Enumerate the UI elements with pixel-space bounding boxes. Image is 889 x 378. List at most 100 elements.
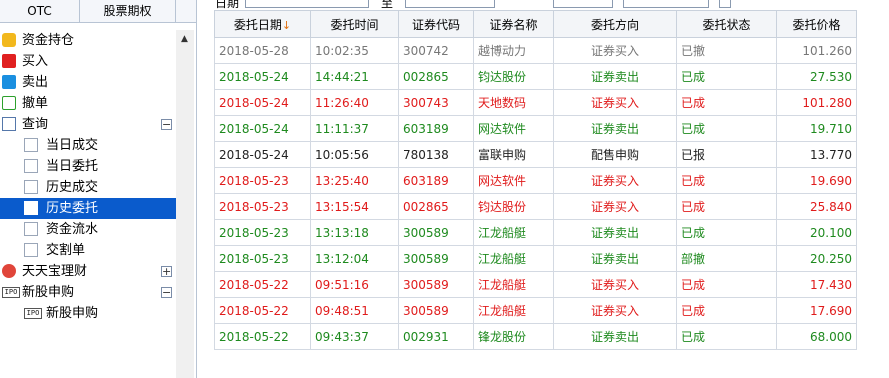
left-navigation-panel: OTC 股票期权 资金持仓 买入 卖出 撤单 查询 − 当日成交 当日委托 历史… (0, 0, 197, 378)
tree-item-funds-positions[interactable]: 资金持仓 (0, 30, 176, 51)
column-header-security-name[interactable]: 证券名称 (473, 10, 554, 38)
tree-scrollbar[interactable]: ▲ (176, 30, 194, 378)
column-header-status[interactable]: 委托状态 (676, 10, 777, 38)
function-tree: 资金持仓 买入 卖出 撤单 查询 − 当日成交 当日委托 历史成交 历史委托 资… (0, 30, 176, 324)
tree-item-sell[interactable]: 卖出 (0, 72, 176, 93)
order-date-cell: 2018-05-22 (214, 323, 311, 350)
table-row[interactable]: 2018-05-23 13:13:18 300589 江龙船艇 证券卖出 已成 20.100 (214, 219, 857, 246)
tree-item-history-orders[interactable]: 历史委托 (0, 198, 176, 219)
tree-item-today-orders[interactable]: 当日委托 (0, 156, 176, 177)
direction-cell: 证券卖出 (553, 63, 677, 90)
tree-item-tiantianbao[interactable]: 天天宝理财 + (0, 261, 176, 282)
order-date-cell: 2018-05-24 (214, 89, 311, 116)
column-header-order-date[interactable]: 委托日期↓ (214, 10, 311, 38)
order-date-cell: 2018-05-22 (214, 271, 311, 298)
order-time-cell: 13:15:54 (310, 193, 399, 220)
query-toolbar: 日期 至 (197, 0, 889, 10)
column-header-order-time[interactable]: 委托时间 (310, 10, 399, 38)
direction-cell: 证券买入 (553, 271, 677, 298)
start-date-input[interactable] (245, 0, 369, 8)
price-cell: 25.840 (776, 193, 857, 220)
table-row[interactable]: 2018-05-23 13:15:54 002865 钧达股份 证券买入 已成 25.840 (214, 193, 857, 220)
security-name-cell: 江龙船艇 (473, 219, 554, 246)
tree-item-ipo-subscribe[interactable]: IPO 新股申购 (0, 303, 176, 324)
table-row[interactable]: 2018-05-22 09:43:37 002931 锋龙股份 证券卖出 已成 68.000 (214, 323, 857, 350)
table-row[interactable]: 2018-05-22 09:48:51 300589 江龙船艇 证券买入 已成 17.690 (214, 297, 857, 324)
table-row[interactable]: 2018-05-28 10:02:35 300742 越博动力 证券买入 已撤 101.26… (214, 37, 857, 64)
collapse-toggle[interactable]: − (161, 119, 172, 130)
status-cell: 已成 (676, 167, 777, 194)
price-cell: 17.690 (776, 297, 857, 324)
tree-item-cancel-order[interactable]: 撤单 (0, 93, 176, 114)
tree-item-label: 历史成交 (46, 180, 99, 195)
status-cell: 已成 (676, 63, 777, 90)
query-sub-icon (24, 159, 38, 173)
tree-item-label: 资金持仓 (22, 33, 75, 48)
security-code-cell: 603189 (398, 115, 474, 142)
order-time-cell: 09:48:51 (310, 297, 399, 324)
column-header-price[interactable]: 委托价格 (776, 10, 857, 38)
price-cell: 20.100 (776, 219, 857, 246)
direction-cell: 证券买入 (553, 89, 677, 116)
tree-item-label: 交割单 (46, 243, 86, 258)
table-row[interactable]: 2018-05-23 13:12:04 300589 江龙船艇 证券卖出 部撤 20.250 (214, 245, 857, 272)
table-row[interactable]: 2018-05-24 10:05:56 780138 富联申购 配售申购 已报 13.770 (214, 141, 857, 168)
option-checkbox[interactable] (719, 0, 731, 8)
tab-otc[interactable]: OTC (0, 0, 80, 22)
status-cell: 已撤 (676, 37, 777, 64)
status-cell: 已成 (676, 297, 777, 324)
tree-item-label: 天天宝理财 (22, 264, 88, 279)
refresh-button[interactable] (623, 0, 709, 8)
direction-cell: 证券卖出 (553, 115, 677, 142)
price-cell: 13.770 (776, 141, 857, 168)
order-time-cell: 09:43:37 (310, 323, 399, 350)
table-row[interactable]: 2018-05-24 11:11:37 603189 网达软件 证券卖出 已成 19.710 (214, 115, 857, 142)
tree-item-history-trades[interactable]: 历史成交 (0, 177, 176, 198)
expand-toggle[interactable]: + (161, 266, 172, 277)
status-cell: 已成 (676, 323, 777, 350)
security-code-cell: 300589 (398, 245, 474, 272)
sell-icon (2, 75, 16, 89)
security-code-cell: 300589 (398, 271, 474, 298)
table-row[interactable]: 2018-05-24 14:44:21 002865 钧达股份 证券卖出 已成 27.530 (214, 63, 857, 90)
column-header-direction[interactable]: 委托方向 (553, 10, 677, 38)
direction-cell: 证券卖出 (553, 245, 677, 272)
tree-item-label: 新股申购 (46, 306, 99, 321)
security-code-cell: 300589 (398, 297, 474, 324)
table-row[interactable]: 2018-05-23 13:25:40 603189 网达软件 证券买入 已成 19.690 (214, 167, 857, 194)
direction-cell: 证券卖出 (553, 219, 677, 246)
security-code-cell: 300742 (398, 37, 474, 64)
price-cell: 19.710 (776, 115, 857, 142)
order-date-cell: 2018-05-23 (214, 219, 311, 246)
table-row[interactable]: 2018-05-22 09:51:16 300589 江龙船艇 证券买入 已成 17.430 (214, 271, 857, 298)
direction-cell: 证券买入 (553, 37, 677, 64)
tree-item-query[interactable]: 查询 − (0, 114, 176, 135)
price-cell: 27.530 (776, 63, 857, 90)
tab-stock-options[interactable]: 股票期权 (80, 0, 176, 22)
column-header-security-code[interactable]: 证券代码 (398, 10, 474, 38)
tree-item-delivery-slip[interactable]: 交割单 (0, 240, 176, 261)
end-date-input[interactable] (405, 0, 495, 8)
order-date-cell: 2018-05-23 (214, 245, 311, 272)
tree-item-buy[interactable]: 买入 (0, 51, 176, 72)
tree-item-label: 买入 (22, 54, 49, 69)
direction-cell: 证券买入 (553, 167, 677, 194)
price-cell: 68.000 (776, 323, 857, 350)
top-tabs: OTC 股票期权 (0, 0, 196, 23)
price-cell: 17.430 (776, 271, 857, 298)
security-code-cell: 603189 (398, 167, 474, 194)
table-header-row: 委托日期↓ 委托时间 证券代码 证券名称 委托方向 委托状态 委托价格 (214, 10, 857, 38)
scroll-up-icon[interactable]: ▲ (181, 34, 188, 44)
collapse-toggle[interactable]: − (161, 287, 172, 298)
order-date-cell: 2018-05-24 (214, 63, 311, 90)
tree-item-label: 历史委托 (46, 201, 99, 216)
ipo-icon: IPO (2, 287, 20, 298)
table-row[interactable]: 2018-05-24 11:26:40 300743 天地数码 证券买入 已成 101.28… (214, 89, 857, 116)
query-sub-icon (24, 138, 38, 152)
query-button[interactable] (553, 0, 613, 8)
tree-item-today-trades[interactable]: 当日成交 (0, 135, 176, 156)
tree-item-label: 资金流水 (46, 222, 99, 237)
tree-item-ipo-subscription[interactable]: IPO 新股申购 − (0, 282, 176, 303)
tree-item-fund-flow[interactable]: 资金流水 (0, 219, 176, 240)
status-cell: 部撤 (676, 245, 777, 272)
